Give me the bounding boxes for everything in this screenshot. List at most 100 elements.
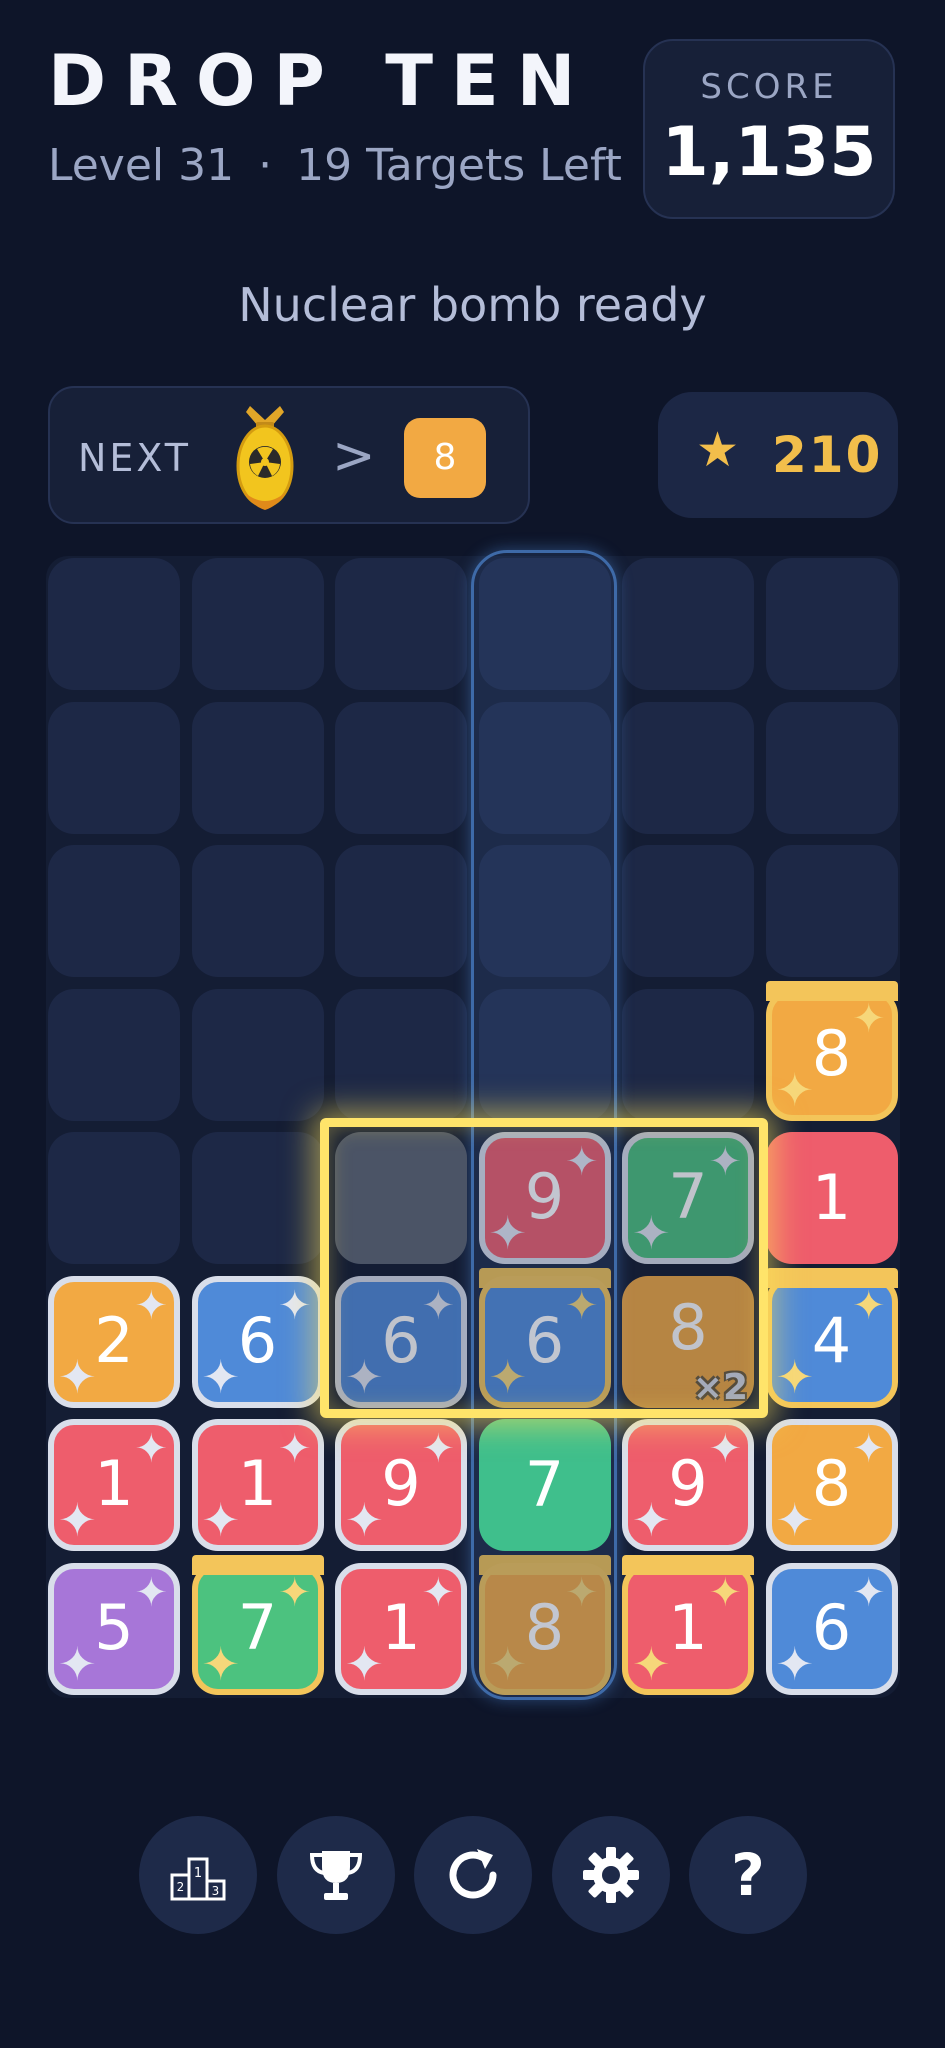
board-cell[interactable] <box>622 701 754 834</box>
next-arrow: > <box>332 426 376 486</box>
tile-value: 6 <box>524 1303 565 1377</box>
board-cell[interactable] <box>335 845 467 977</box>
number-tile[interactable]: 2 ✦ ✦ <box>48 1275 180 1408</box>
sparkle-icon: ✦ <box>564 1569 599 1616</box>
number-tile[interactable]: 1 ✦ ✦ <box>335 1562 467 1695</box>
tile-value: 9 <box>668 1447 708 1520</box>
board-cell[interactable] <box>335 558 467 690</box>
number-tile[interactable]: 8 ✦ ✦ <box>478 1554 611 1695</box>
tile-value: 4 <box>811 1303 852 1377</box>
board-cell[interactable] <box>765 845 898 977</box>
help-icon: ? <box>731 1841 765 1909</box>
number-tile[interactable]: 6 ✦ ✦ <box>765 1562 898 1695</box>
settings-button[interactable] <box>552 1816 670 1934</box>
number-tile[interactable] <box>335 1132 467 1264</box>
sparkle-icon: ✦ <box>632 1493 671 1547</box>
board-cell[interactable] <box>335 988 467 1121</box>
number-tile[interactable]: 6 ✦ ✦ <box>478 1267 611 1408</box>
number-tile[interactable]: 9 ✦ ✦ <box>335 1419 467 1551</box>
podium-icon: 1 2 3 <box>170 1857 226 1901</box>
board-cell[interactable] <box>622 558 754 690</box>
sparkle-icon: ✦ <box>201 1493 241 1547</box>
sparkle-icon: ✦ <box>134 1426 168 1472</box>
sparkle-icon: ✦ <box>488 1206 528 1260</box>
trophy-icon <box>309 1851 363 1900</box>
board-cell[interactable] <box>191 988 324 1121</box>
sparkle-icon: ✦ <box>201 1636 241 1691</box>
board-cell[interactable] <box>622 845 754 977</box>
tile-value: 6 <box>381 1303 421 1377</box>
board-cell[interactable] <box>48 845 180 977</box>
number-tile[interactable]: 7 <box>478 1419 611 1551</box>
number-tile[interactable]: 1 ✦ ✦ <box>191 1419 324 1551</box>
sparkle-icon: ✦ <box>488 1636 528 1691</box>
sparkle-icon: ✦ <box>851 1569 886 1616</box>
number-tile[interactable]: 1 ✦ ✦ <box>48 1419 180 1551</box>
tile-value: 5 <box>94 1590 134 1664</box>
number-tile[interactable]: 1 ✦ ✦ <box>622 1554 754 1695</box>
sparkle-icon: ✦ <box>345 1636 384 1691</box>
status-message: Nuclear bomb ready <box>238 278 707 332</box>
next-tile: 8 <box>404 418 486 498</box>
nuclear-bomb-icon <box>236 406 294 510</box>
board-cell[interactable] <box>48 1132 180 1264</box>
sparkle-icon: ✦ <box>134 1569 168 1616</box>
svg-text:1: 1 <box>194 1866 202 1881</box>
board-cell[interactable] <box>191 845 324 977</box>
sparkle-icon: ✦ <box>708 1139 742 1185</box>
stars-value: 210 <box>772 426 883 484</box>
sparkle-icon: ✦ <box>851 1426 886 1472</box>
number-tile[interactable]: 7 ✦ ✦ <box>191 1554 324 1695</box>
board-cell[interactable] <box>48 558 180 690</box>
board-cell[interactable] <box>48 988 180 1121</box>
gear-icon <box>583 1847 639 1903</box>
board-cell[interactable] <box>765 558 898 690</box>
number-tile[interactable]: 1 <box>765 1132 898 1264</box>
board-cell[interactable] <box>191 701 324 834</box>
score-panel: SCORE 1,135 <box>643 39 895 219</box>
number-tile[interactable]: 8 ✦ ✦ <box>765 1419 898 1551</box>
tile-value: 1 <box>237 1447 278 1520</box>
level-info: Level 31 · 19 Targets Left <box>48 144 622 188</box>
sparkle-icon: ✦ <box>564 1139 599 1185</box>
sparkle-icon: ✦ <box>775 1062 815 1117</box>
tile-value: 7 <box>237 1590 278 1664</box>
help-button[interactable]: ? <box>689 1816 807 1934</box>
number-tile[interactable]: 6 ✦ ✦ <box>191 1275 324 1408</box>
tile-value: 2 <box>94 1303 134 1377</box>
sparkle-icon: ✦ <box>277 1282 312 1329</box>
tile-value: 6 <box>237 1303 278 1377</box>
board-cell[interactable] <box>191 558 324 690</box>
board-cell[interactable] <box>191 1132 324 1264</box>
board-cell[interactable] <box>48 701 180 834</box>
restart-icon <box>449 1849 497 1899</box>
number-tile[interactable]: 6 ✦ ✦ <box>335 1275 467 1408</box>
achievements-button[interactable] <box>277 1816 395 1934</box>
number-tile[interactable]: 5 ✦ ✦ <box>48 1562 180 1695</box>
restart-button[interactable] <box>414 1816 532 1934</box>
number-tile[interactable]: 9 ✦ ✦ <box>478 1132 611 1264</box>
tile-value: 7 <box>668 1160 708 1233</box>
number-tile[interactable]: 9 ✦ ✦ <box>622 1419 754 1551</box>
sparkle-icon: ✦ <box>708 1569 742 1616</box>
number-tile[interactable]: 8 ✦ ✦ <box>765 980 898 1121</box>
board-cell[interactable] <box>765 701 898 834</box>
number-tile[interactable]: 8 ×2 <box>622 1275 754 1408</box>
board-cell[interactable] <box>622 988 754 1121</box>
sparkle-icon: ✦ <box>775 1636 815 1691</box>
tile-value: 8 <box>668 1290 708 1364</box>
sparkle-icon: ✦ <box>58 1636 97 1691</box>
sparkle-icon: ✦ <box>58 1493 97 1547</box>
leaderboard-button[interactable]: 1 2 3 <box>139 1816 257 1934</box>
number-tile[interactable]: 4 ✦ ✦ <box>765 1267 898 1408</box>
next-panel: NEXT > 8 <box>48 386 530 524</box>
board-cell[interactable] <box>335 701 467 834</box>
sparkle-icon: ✦ <box>851 995 886 1042</box>
tile-value: 9 <box>381 1447 421 1520</box>
sparkle-icon: ✦ <box>345 1493 384 1547</box>
number-tile[interactable]: 7 ✦ ✦ <box>622 1132 754 1264</box>
next-label: NEXT <box>78 436 192 480</box>
sparkle-icon: ✦ <box>564 1282 599 1329</box>
game-title: DROP TEN <box>48 40 594 122</box>
sparkle-icon: ✦ <box>277 1569 312 1616</box>
